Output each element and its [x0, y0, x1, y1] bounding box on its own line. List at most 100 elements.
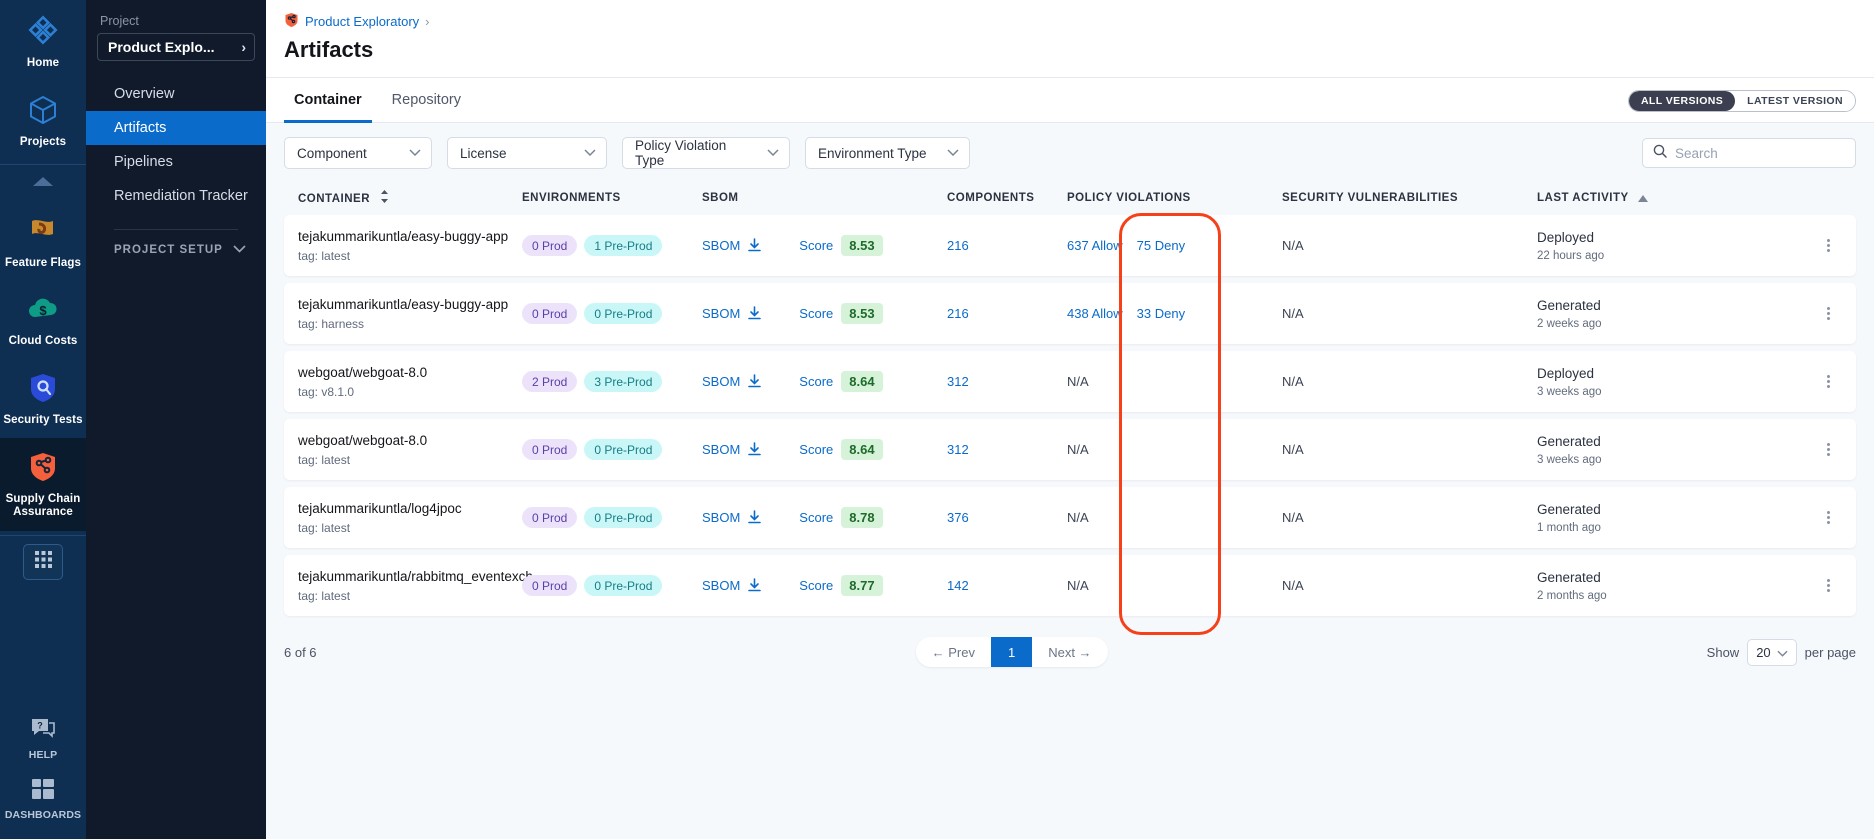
download-icon[interactable]: [748, 305, 762, 324]
score-value: 8.78: [841, 506, 883, 528]
toggle-all-versions[interactable]: ALL VERSIONS: [1628, 91, 1736, 111]
score-label: Score: [799, 577, 834, 593]
row-menu-button[interactable]: [1800, 307, 1856, 320]
row-menu-button[interactable]: [1800, 579, 1856, 592]
sidebar-item-remediation-tracker[interactable]: Remediation Tracker: [86, 179, 266, 213]
preprod-badge[interactable]: 3 Pre-Prod: [584, 371, 663, 392]
table-row[interactable]: tejakummarikuntla/rabbitmq_eventexch... t…: [284, 555, 1856, 616]
prod-badge[interactable]: 2 Prod: [522, 371, 578, 392]
container-name[interactable]: tejakummarikuntla/log4jpoc: [298, 501, 522, 516]
tab-container[interactable]: Container: [284, 79, 372, 123]
sort-both-icon[interactable]: [380, 190, 389, 206]
components-link[interactable]: 142: [947, 578, 969, 593]
policy-deny-link[interactable]: 75 Deny: [1137, 238, 1185, 253]
preprod-badge[interactable]: 0 Pre-Prod: [584, 507, 663, 528]
rail-collapse-button[interactable]: [0, 165, 86, 202]
svg-text:$: $: [39, 303, 47, 318]
rail-item-projects[interactable]: Projects: [0, 81, 86, 160]
sbom-link[interactable]: SBOM: [702, 374, 740, 389]
row-menu-button[interactable]: [1800, 443, 1856, 456]
next-page-button[interactable]: Next →: [1032, 637, 1107, 667]
rail-item-help[interactable]: ? HELP: [0, 707, 86, 769]
filter-license[interactable]: License: [447, 137, 607, 169]
sidebar-item-overview[interactable]: Overview: [86, 77, 266, 111]
components-link[interactable]: 216: [947, 306, 969, 321]
components-link[interactable]: 312: [947, 442, 969, 457]
column-header-last-activity[interactable]: LAST ACTIVITY: [1537, 192, 1800, 205]
container-name[interactable]: tejakummarikuntla/easy-buggy-app: [298, 297, 522, 312]
cell-sbom: SBOM Score 8.77: [702, 574, 947, 597]
rail-item-home[interactable]: Home: [0, 0, 86, 81]
filter-environment-type[interactable]: Environment Type: [805, 137, 970, 169]
container-name[interactable]: tejakummarikuntla/rabbitmq_eventexch...: [298, 569, 544, 584]
components-link[interactable]: 376: [947, 510, 969, 525]
score-value: 8.53: [841, 302, 883, 324]
policy-allow-link[interactable]: 438 Allow: [1067, 306, 1123, 321]
policy-deny-link[interactable]: 33 Deny: [1137, 306, 1185, 321]
project-selector[interactable]: Product Explo... ›: [97, 33, 255, 61]
prod-badge[interactable]: 0 Prod: [522, 303, 578, 324]
rail-item-label: Supply Chain Assurance: [5, 493, 81, 519]
table-body: tejakummarikuntla/easy-buggy-app tag: lat…: [284, 215, 1856, 616]
download-icon[interactable]: [748, 441, 762, 460]
row-menu-button[interactable]: [1800, 239, 1856, 252]
app-grid-button[interactable]: [23, 543, 63, 580]
cell-policy-violations: N/A: [1067, 373, 1282, 391]
sort-asc-icon[interactable]: [1638, 193, 1649, 205]
page-size-select[interactable]: 20: [1747, 638, 1797, 666]
prod-badge[interactable]: 0 Prod: [522, 575, 578, 596]
artifacts-table: CONTAINER ENVIRONMENTS SBOM COMPONENTS P…: [266, 181, 1874, 635]
rail-item-feature-flags[interactable]: Feature Flags: [0, 202, 86, 281]
filter-component[interactable]: Component: [284, 137, 432, 169]
sidebar-item-artifacts[interactable]: Artifacts: [86, 111, 266, 145]
prod-badge[interactable]: 0 Prod: [522, 439, 578, 460]
download-icon[interactable]: [748, 509, 762, 528]
rail-item-supply-chain-assurance[interactable]: Supply Chain Assurance: [0, 438, 86, 531]
policy-allow-link[interactable]: 637 Allow: [1067, 238, 1123, 253]
table-row[interactable]: tejakummarikuntla/easy-buggy-app tag: lat…: [284, 215, 1856, 276]
container-name[interactable]: webgoat/webgoat-8.0: [298, 365, 522, 380]
table-row[interactable]: tejakummarikuntla/easy-buggy-app tag: har…: [284, 283, 1856, 344]
breadcrumb-project-link[interactable]: Product Exploratory: [305, 14, 419, 29]
download-icon[interactable]: [748, 237, 762, 256]
sidebar-section-project-setup[interactable]: PROJECT SETUP: [86, 244, 266, 256]
container-name[interactable]: tejakummarikuntla/easy-buggy-app: [298, 229, 522, 244]
cell-security-vulnerabilities: N/A: [1282, 237, 1537, 255]
preprod-badge[interactable]: 0 Pre-Prod: [584, 439, 663, 460]
components-link[interactable]: 216: [947, 238, 969, 253]
download-icon[interactable]: [748, 373, 762, 392]
preprod-badge[interactable]: 0 Pre-Prod: [584, 575, 663, 596]
search-box[interactable]: [1642, 138, 1856, 168]
table-row[interactable]: webgoat/webgoat-8.0 tag: latest 0 Prod 0 Pr…: [284, 419, 1856, 480]
table-row[interactable]: tejakummarikuntla/log4jpoc tag: latest 0 P…: [284, 487, 1856, 548]
sbom-link[interactable]: SBOM: [702, 510, 740, 525]
search-input[interactable]: [1675, 145, 1845, 161]
container-name[interactable]: webgoat/webgoat-8.0: [298, 433, 522, 448]
toggle-latest-version[interactable]: LATEST VERSION: [1735, 91, 1855, 111]
download-icon[interactable]: [748, 577, 762, 596]
rail-item-cloud-costs[interactable]: $ Cloud Costs: [0, 282, 86, 359]
preprod-badge[interactable]: 0 Pre-Prod: [584, 303, 663, 324]
sidebar-item-pipelines[interactable]: Pipelines: [86, 145, 266, 179]
prev-page-button[interactable]: ← Prev: [916, 637, 991, 667]
filter-policy-violation-type[interactable]: Policy Violation Type: [622, 137, 790, 169]
column-header-container[interactable]: CONTAINER: [284, 190, 522, 206]
rail-bottom-group: ? HELP DASHBOARDS: [0, 707, 86, 839]
table-row[interactable]: webgoat/webgoat-8.0 tag: v8.1.0 2 Prod 3 Pr…: [284, 351, 1856, 412]
preprod-badge[interactable]: 1 Pre-Prod: [584, 235, 663, 256]
prod-badge[interactable]: 0 Prod: [522, 507, 578, 528]
sbom-link[interactable]: SBOM: [702, 578, 740, 593]
sbom-link[interactable]: SBOM: [702, 442, 740, 457]
tab-repository[interactable]: Repository: [382, 79, 471, 123]
rail-item-security-tests[interactable]: Security Tests: [0, 359, 86, 438]
prod-badge[interactable]: 0 Prod: [522, 235, 578, 256]
components-link[interactable]: 312: [947, 374, 969, 389]
page-number-1[interactable]: 1: [990, 637, 1033, 667]
row-menu-button[interactable]: [1800, 511, 1856, 524]
column-header-sbom: SBOM: [702, 192, 739, 204]
sbom-link[interactable]: SBOM: [702, 306, 740, 321]
row-menu-button[interactable]: [1800, 375, 1856, 388]
rail-item-dashboards[interactable]: DASHBOARDS: [0, 769, 86, 829]
sbom-link[interactable]: SBOM: [702, 238, 740, 253]
activity-status: Generated: [1537, 501, 1601, 517]
